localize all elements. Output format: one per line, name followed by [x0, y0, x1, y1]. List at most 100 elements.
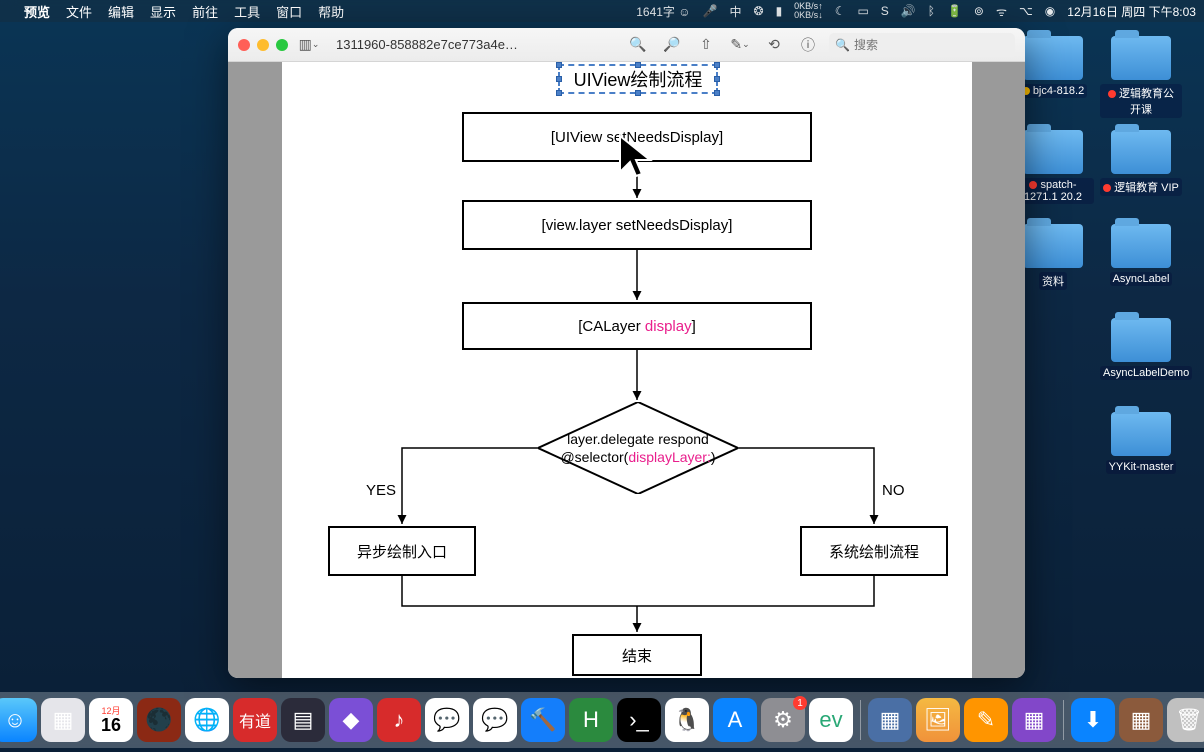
status-network[interactable]: 0KB/s↑0KB/s↓	[794, 2, 823, 20]
status-datetime[interactable]: 12月16日 周四 下午8:03	[1067, 3, 1196, 20]
dock-wechat[interactable]: 💬	[473, 698, 517, 742]
dock-netease[interactable]: ♪	[377, 698, 421, 742]
status-hotspot-icon[interactable]: ⊚	[974, 4, 984, 18]
decision-line2: @selector(displayLayer:)	[560, 448, 715, 466]
dock-qq[interactable]: 🐧	[665, 698, 709, 742]
sidebar-toggle[interactable]: ▥ ⌄	[296, 34, 322, 56]
markup-icon[interactable]: ✎ ⌄	[727, 34, 753, 56]
app-menu[interactable]: 预览	[24, 2, 50, 21]
desktop-folder[interactable]: 逻辑教育公开课	[1100, 36, 1182, 118]
window-title: 1311960-858882e7ce773a4e…	[336, 37, 518, 52]
flowchart-box-3: [CALayer display]	[462, 302, 812, 350]
decision-line1: layer.delegate respond	[567, 430, 709, 448]
menu-file[interactable]: 文件	[66, 2, 92, 21]
status-display-icon[interactable]: ▭	[857, 4, 868, 18]
dock-settings[interactable]: ⚙1	[761, 698, 805, 742]
share-icon[interactable]: ⇧	[693, 34, 719, 56]
zoom-in-icon[interactable]: 🔎	[659, 34, 685, 56]
dock-separator	[1063, 700, 1064, 740]
flowchart-title-text: UIView绘制流程	[574, 66, 703, 92]
resize-handle[interactable]	[556, 76, 562, 82]
menu-help[interactable]: 帮助	[318, 2, 344, 21]
desktop-folder[interactable]: AsyncLabel	[1100, 224, 1182, 286]
notification-badge: 1	[793, 696, 807, 710]
dock-chrome[interactable]: 🌐	[185, 698, 229, 742]
menu-go[interactable]: 前往	[192, 2, 218, 21]
preview-window: ▥ ⌄ 1311960-858882e7ce773a4e… 🔍 🔎 ⇧ ✎ ⌄ …	[228, 28, 1025, 678]
resize-handle[interactable]	[714, 76, 720, 82]
status-volume-icon[interactable]: 🔊	[901, 4, 916, 18]
search-input[interactable]	[854, 38, 1009, 52]
dock-app[interactable]: ▦	[868, 698, 912, 742]
dock-hbuilder[interactable]: H	[569, 698, 613, 742]
resize-handle[interactable]	[635, 90, 641, 96]
dock-launchpad[interactable]: ▦	[41, 698, 85, 742]
menu-tools[interactable]: 工具	[234, 2, 260, 21]
traffic-lights	[238, 39, 288, 51]
menu-edit[interactable]: 编辑	[108, 2, 134, 21]
dock-app[interactable]: ▦	[1119, 698, 1163, 742]
status-dnd-icon[interactable]: ☾	[835, 4, 846, 18]
status-siri-icon[interactable]: ◉	[1045, 4, 1055, 18]
status-bluetooth-icon[interactable]: ᛒ	[928, 4, 935, 18]
dock-finder[interactable]: ☺	[0, 698, 37, 742]
dock-messages[interactable]: 💬	[425, 698, 469, 742]
dock-trash[interactable]: 🗑	[1167, 698, 1204, 742]
flowchart-end-box: 结束	[572, 634, 702, 676]
flowchart-left-box: 异步绘制入口	[328, 526, 476, 576]
dock-appstore[interactable]: A	[713, 698, 757, 742]
flowchart-right-box: 系统绘制流程	[800, 526, 948, 576]
dock-pages[interactable]: ✎	[964, 698, 1008, 742]
fullscreen-button[interactable]	[276, 39, 288, 51]
resize-handle[interactable]	[714, 90, 720, 96]
status-mic-icon[interactable]: 🎤	[703, 4, 718, 18]
rotate-icon[interactable]: ⟲	[761, 34, 787, 56]
info-icon[interactable]: ⓘ	[795, 34, 821, 56]
menubar: 预览 文件 编辑 显示 前往 工具 窗口 帮助 1641字 ☺ 🎤 中 ❂ ▮ …	[0, 0, 1204, 22]
status-battery-icon[interactable]: 🔋	[947, 4, 962, 18]
titlebar[interactable]: ▥ ⌄ 1311960-858882e7ce773a4e… 🔍 🔎 ⇧ ✎ ⌄ …	[228, 28, 1025, 62]
dock: ☺ ▦ 12月16 🌑 🌐 有道 ▤ ◆ ♪ 💬 💬 🔨 H ›_ 🐧 A ⚙1…	[0, 692, 1204, 748]
document-canvas[interactable]: UIView绘制流程 [UIView setNeedsDisplay] [vie…	[228, 62, 1025, 678]
dock-calendar[interactable]: 12月16	[89, 698, 133, 742]
dock-separator	[860, 700, 861, 740]
dock-app[interactable]: ◆	[329, 698, 373, 742]
dock-terminal[interactable]: ›_	[617, 698, 661, 742]
search-icon: 🔍	[835, 38, 850, 52]
dock-app[interactable]: 🖼	[916, 698, 960, 742]
resize-handle[interactable]	[635, 62, 641, 68]
dock-youdao[interactable]: 有道	[233, 698, 277, 742]
resize-handle[interactable]	[556, 62, 562, 68]
status-wifi-icon[interactable]: ᯤ	[996, 3, 1007, 20]
flowchart-title-selected[interactable]: UIView绘制流程	[558, 64, 718, 94]
label-yes: YES	[366, 482, 396, 499]
status-wordcount[interactable]: 1641字 ☺	[636, 3, 690, 20]
flowchart-box-1: [UIView setNeedsDisplay]	[462, 112, 812, 162]
status-ime[interactable]: 中	[729, 3, 741, 20]
menu-window[interactable]: 窗口	[276, 2, 302, 21]
dock-downloads[interactable]: ⬇	[1071, 698, 1115, 742]
desktop-folder[interactable]: YYKit-master	[1100, 412, 1182, 474]
status-clothes-icon[interactable]: ▮	[776, 4, 783, 18]
desktop-folder[interactable]: 逻辑教育 VIP	[1100, 130, 1182, 196]
dock-app[interactable]: ▦	[1012, 698, 1056, 742]
resize-handle[interactable]	[714, 62, 720, 68]
search-field[interactable]: 🔍	[829, 33, 1015, 57]
flowchart-box-2: [view.layer setNeedsDisplay]	[462, 200, 812, 250]
document-page: UIView绘制流程 [UIView setNeedsDisplay] [vie…	[282, 62, 972, 678]
status-fan-icon[interactable]: ❂	[754, 4, 764, 18]
flowchart-decision: layer.delegate respond @selector(display…	[538, 402, 738, 494]
menu-view[interactable]: 显示	[150, 2, 176, 21]
minimize-button[interactable]	[257, 39, 269, 51]
resize-handle[interactable]	[556, 90, 562, 96]
dock-xcode[interactable]: 🔨	[521, 698, 565, 742]
label-no: NO	[882, 482, 905, 499]
dock-app[interactable]: 🌑	[137, 698, 181, 742]
close-button[interactable]	[238, 39, 250, 51]
dock-evernote[interactable]: ev	[809, 698, 853, 742]
dock-vscode[interactable]: ▤	[281, 698, 325, 742]
status-controlcenter-icon[interactable]: ⌥	[1019, 4, 1033, 18]
zoom-out-icon[interactable]: 🔍	[625, 34, 651, 56]
status-sogou-icon[interactable]: S	[881, 4, 889, 18]
desktop-folder[interactable]: AsyncLabelDemo	[1100, 318, 1182, 380]
